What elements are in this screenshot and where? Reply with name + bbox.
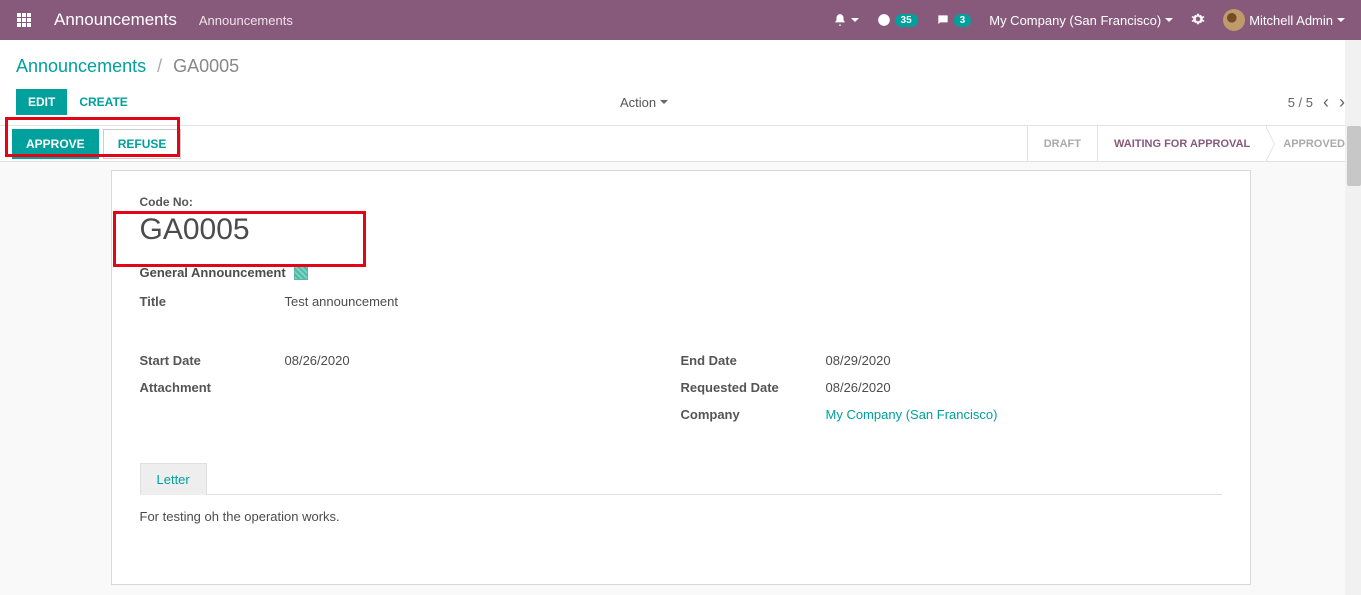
status-waiting[interactable]: WAITING FOR APPROVAL — [1097, 126, 1266, 161]
approve-button[interactable]: Approve — [12, 129, 99, 159]
action-dropdown[interactable]: Action — [620, 95, 668, 110]
status-bar: Approve Refuse DRAFT WAITING FOR APPROVA… — [0, 125, 1361, 162]
company-switcher[interactable]: My Company (San Francisco) — [989, 13, 1173, 28]
debug-icon[interactable] — [1191, 12, 1205, 29]
company-value[interactable]: My Company (San Francisco) — [826, 407, 1222, 422]
attachment-label: Attachment — [140, 380, 285, 395]
activity-icon[interactable]: 35 — [877, 13, 918, 27]
top-navbar: Announcements Announcements 35 3 My Comp… — [0, 0, 1361, 40]
start-date-label: Start Date — [140, 353, 285, 368]
messages-icon[interactable]: 3 — [936, 13, 972, 27]
caret-down-icon — [1337, 18, 1345, 22]
code-value: GA0005 — [140, 213, 1222, 247]
pager-prev[interactable]: ‹ — [1323, 92, 1329, 113]
scrollbar-thumb[interactable] — [1347, 126, 1361, 186]
form-card: Code No: GA0005 General Announcement Tit… — [111, 170, 1251, 585]
general-announcement-checkbox — [294, 266, 308, 280]
form-area: Code No: GA0005 General Announcement Tit… — [0, 162, 1361, 585]
caret-down-icon — [851, 18, 859, 22]
caret-down-icon — [1165, 18, 1173, 22]
scrollbar-track[interactable] — [1345, 40, 1361, 595]
end-date-value: 08/29/2020 — [826, 353, 1222, 368]
create-button[interactable]: Create — [67, 89, 139, 115]
navbar-menu-announcements[interactable]: Announcements — [199, 13, 293, 28]
company-label: Company — [681, 407, 826, 422]
user-avatar — [1223, 9, 1245, 31]
navbar-brand[interactable]: Announcements — [54, 10, 177, 30]
status-draft[interactable]: DRAFT — [1027, 126, 1097, 161]
tab-letter[interactable]: Letter — [140, 463, 207, 495]
activity-badge: 35 — [895, 14, 918, 27]
pager-text[interactable]: 5 / 5 — [1288, 95, 1313, 110]
messages-badge: 3 — [954, 14, 972, 27]
title-value: Test announcement — [285, 294, 681, 309]
user-name: Mitchell Admin — [1249, 13, 1333, 28]
start-date-value: 08/26/2020 — [285, 353, 681, 368]
edit-button[interactable]: Edit — [16, 89, 67, 115]
refuse-button[interactable]: Refuse — [103, 129, 182, 159]
title-label: Title — [140, 294, 285, 309]
tabs: Letter — [140, 462, 1222, 495]
letter-body: For testing oh the operation works. — [140, 495, 1222, 524]
general-announcement-label: General Announcement — [140, 265, 286, 280]
requested-date-label: Requested Date — [681, 380, 826, 395]
notifications-icon[interactable] — [833, 13, 859, 27]
requested-date-value: 08/26/2020 — [826, 380, 1222, 395]
apps-icon[interactable] — [16, 12, 32, 28]
company-name: My Company (San Francisco) — [989, 13, 1161, 28]
attachment-value — [285, 380, 681, 395]
breadcrumb-current: GA0005 — [173, 56, 239, 76]
action-label: Action — [620, 95, 656, 110]
end-date-label: End Date — [681, 353, 826, 368]
code-label: Code No: — [140, 195, 1222, 209]
user-menu[interactable]: Mitchell Admin — [1223, 9, 1345, 31]
breadcrumb: Announcements / GA0005 — [16, 56, 1345, 77]
caret-down-icon — [660, 100, 668, 104]
breadcrumb-separator: / — [157, 56, 162, 76]
control-panel: Announcements / GA0005 Edit Create Actio… — [0, 40, 1361, 125]
breadcrumb-parent[interactable]: Announcements — [16, 56, 146, 76]
